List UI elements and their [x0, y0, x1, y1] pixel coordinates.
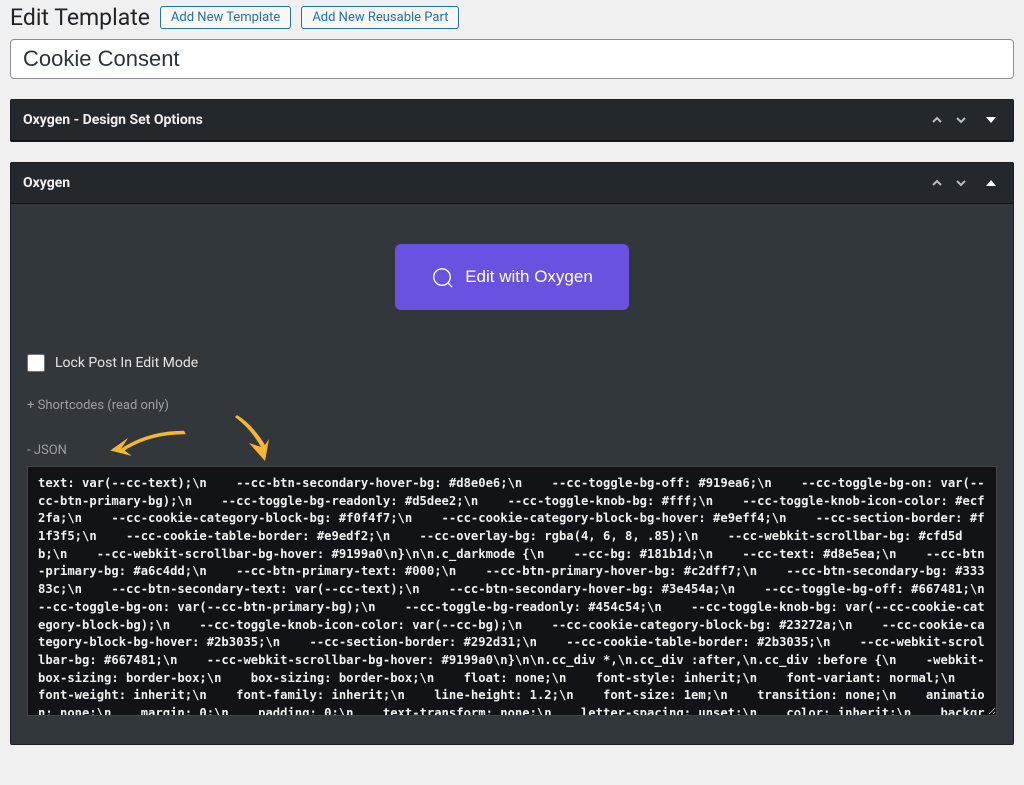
page-header: Edit Template Add New Template Add New R… — [0, 0, 1024, 39]
panel-body: Edit with Oxygen Lock Post In Edit Mode … — [11, 204, 1013, 744]
panel-title: Oxygen — [23, 175, 923, 191]
shortcodes-toggle[interactable]: + Shortcodes (read only) — [27, 398, 997, 413]
toggle-panel-icon[interactable] — [981, 173, 1001, 193]
json-textarea[interactable] — [27, 466, 997, 716]
edit-with-oxygen-label: Edit with Oxygen — [465, 267, 593, 287]
panel-title: Oxygen - Design Set Options — [23, 112, 923, 128]
add-template-button[interactable]: Add New Template — [160, 6, 291, 29]
panel-header[interactable]: Oxygen - Design Set Options — [11, 100, 1013, 141]
lock-post-row[interactable]: Lock Post In Edit Mode — [27, 354, 997, 372]
move-up-icon[interactable] — [927, 173, 947, 193]
design-set-panel: Oxygen - Design Set Options — [10, 99, 1014, 142]
move-up-icon[interactable] — [927, 110, 947, 130]
annotation-arrow-icon — [103, 421, 193, 471]
edit-with-oxygen-button[interactable]: Edit with Oxygen — [395, 244, 629, 310]
move-down-icon[interactable] — [951, 173, 971, 193]
move-down-icon[interactable] — [951, 110, 971, 130]
oxygen-panel: Oxygen Edit with Oxygen Lock Post In Edi… — [10, 162, 1014, 745]
lock-post-label: Lock Post In Edit Mode — [55, 355, 198, 371]
oxygen-logo-icon — [431, 266, 453, 288]
json-toggle[interactable]: - JSON — [27, 443, 67, 458]
add-reusable-part-button[interactable]: Add New Reusable Part — [301, 6, 459, 29]
lock-post-checkbox[interactable] — [27, 354, 45, 372]
toggle-panel-icon[interactable] — [981, 110, 1001, 130]
annotation-arrow-icon — [223, 411, 279, 467]
panel-header[interactable]: Oxygen — [11, 163, 1013, 204]
page-title: Edit Template — [10, 4, 150, 31]
template-title-input[interactable] — [10, 39, 1014, 79]
